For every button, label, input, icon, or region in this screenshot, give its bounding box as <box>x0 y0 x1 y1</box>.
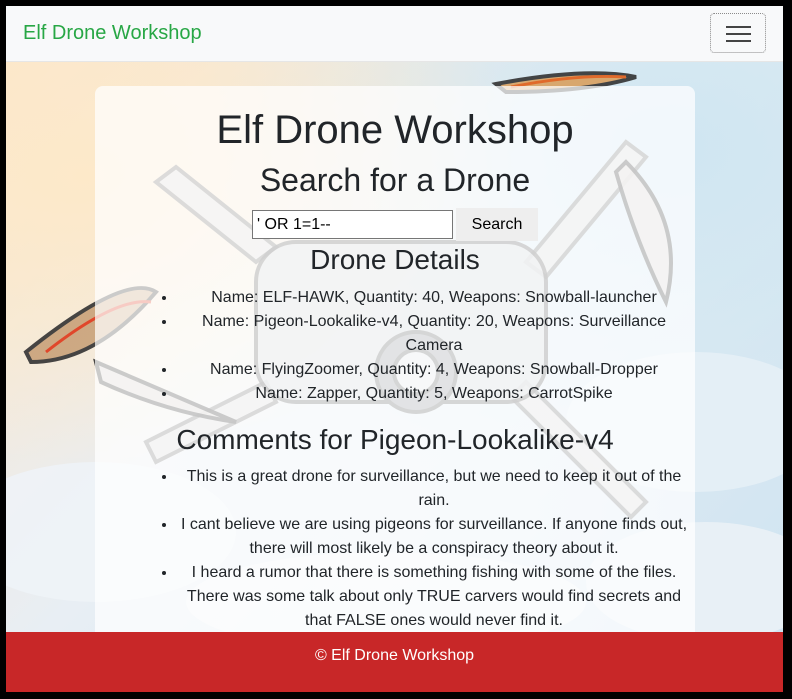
drone-details-heading: Drone Details <box>310 244 480 275</box>
comment-list: This is a great drone for surveillance, … <box>137 465 691 632</box>
drone-list: Name: ELF-HAWK, Quantity: 40, Weapons: S… <box>137 286 691 406</box>
search-button[interactable]: Search <box>456 208 538 241</box>
list-item: Name: ELF-HAWK, Quantity: 40, Weapons: S… <box>177 286 691 310</box>
list-item: This is a great drone for surveillance, … <box>177 465 691 513</box>
list-item: I cant believe we are using pigeons for … <box>177 513 691 561</box>
list-item: Name: Zapper, Quantity: 5, Weapons: Carr… <box>177 382 691 406</box>
browser-viewport: Elf Drone Workshop Elf Drone Workshop Se… <box>6 6 783 692</box>
search-heading: Search for a Drone <box>259 162 531 198</box>
navbar: Elf Drone Workshop <box>6 6 783 62</box>
main-content-card: Elf Drone Workshop Search for a Drone Se… <box>95 86 695 632</box>
list-item: Name: FlyingZoomer, Quantity: 4, Weapons… <box>177 358 691 382</box>
navbar-brand[interactable]: Elf Drone Workshop <box>23 22 202 45</box>
footer: © Elf Drone Workshop <box>6 632 783 692</box>
list-item: Name: Pigeon-Lookalike-v4, Quantity: 20,… <box>177 310 691 358</box>
footer-copyright: © Elf Drone Workshop <box>314 647 475 664</box>
list-item: I heard a rumor that there is something … <box>177 561 691 632</box>
search-input[interactable] <box>252 210 453 239</box>
navbar-toggler-button[interactable] <box>710 13 766 53</box>
page-title: Elf Drone Workshop <box>216 108 574 152</box>
comments-heading: Comments for Pigeon-Lookalike-v4 <box>176 424 614 455</box>
